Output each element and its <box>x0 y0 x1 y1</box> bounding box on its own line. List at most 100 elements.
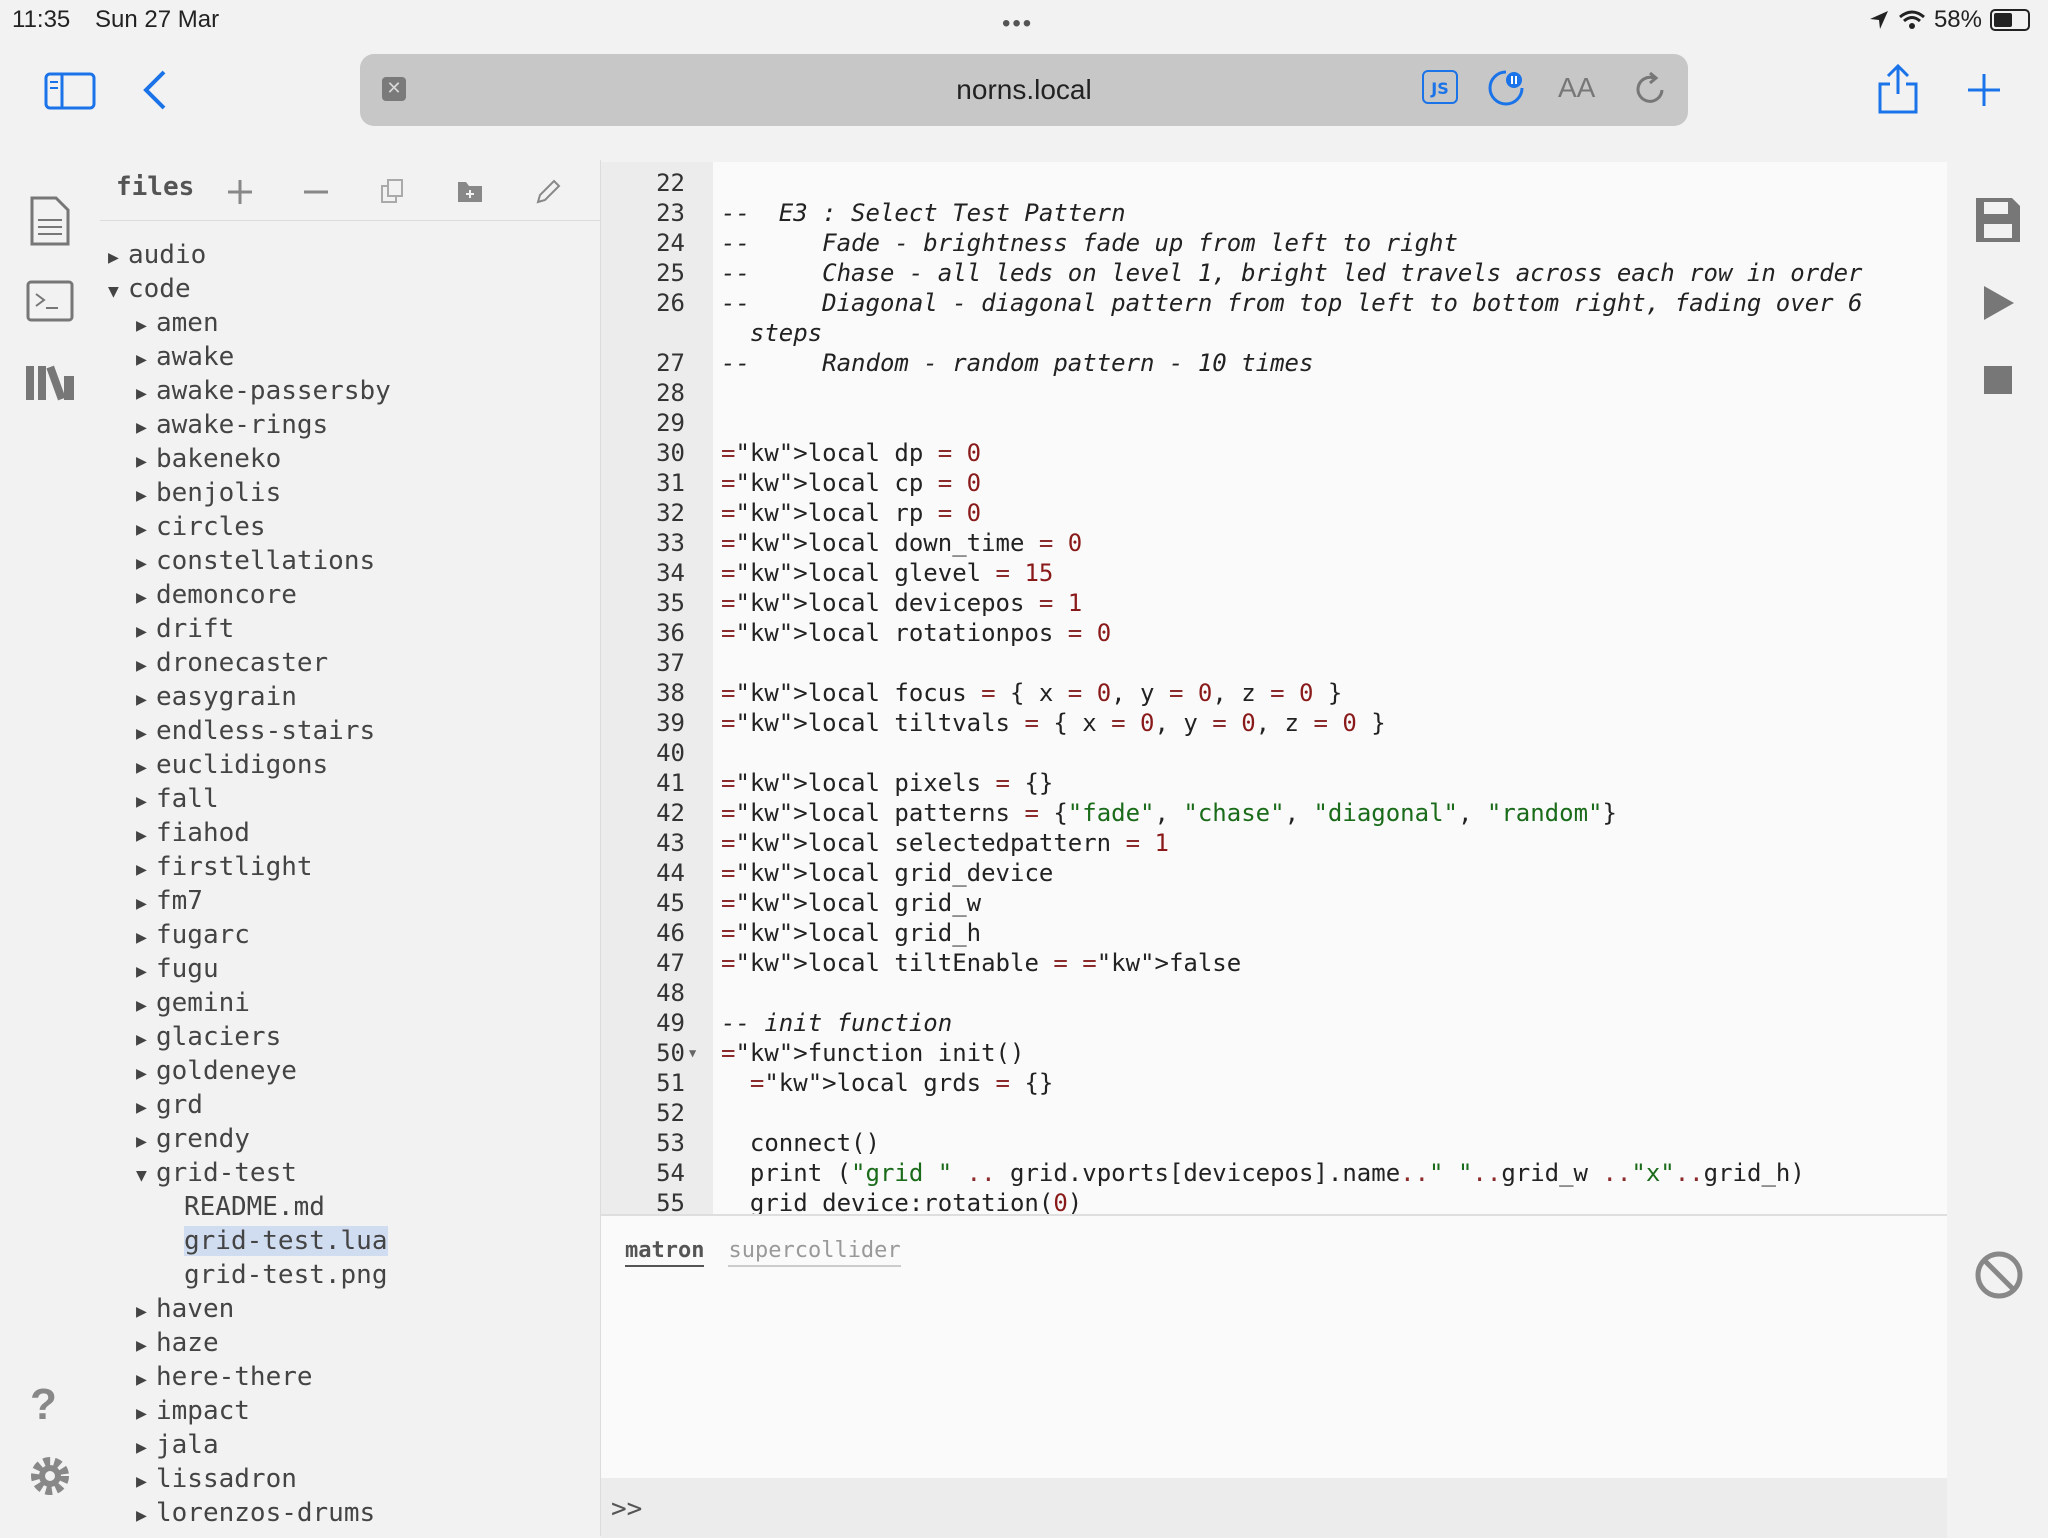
collapsed-arrow-icon[interactable]: ▶ <box>136 1431 156 1465</box>
code-lines[interactable]: 22 23 -- E3 : Select Test Pattern 24 -- Fade… <box>601 168 1947 1214</box>
collapsed-arrow-icon[interactable]: ▶ <box>136 683 156 717</box>
collapsed-arrow-icon[interactable]: ▶ <box>136 1125 156 1159</box>
tree-folder[interactable]: ▶ dronecaster <box>108 646 391 680</box>
save-icon[interactable] <box>1974 196 2022 244</box>
code-line[interactable]: 43 ="kw">local selectedpattern = 1 <box>601 828 1947 858</box>
tree-folder[interactable]: ▶ gemini <box>108 986 391 1020</box>
rename-pencil-icon[interactable] <box>534 178 562 206</box>
collapsed-arrow-icon[interactable]: ▶ <box>136 615 156 649</box>
tree-folder[interactable]: ▶ constellations <box>108 544 391 578</box>
tree-folder[interactable]: ▶ haven <box>108 1292 391 1326</box>
collapsed-arrow-icon[interactable]: ▶ <box>136 853 156 887</box>
code-line[interactable]: 42 ="kw">local patterns = {"fade", "chase… <box>601 798 1947 828</box>
collapsed-arrow-icon[interactable]: ▶ <box>136 1499 156 1533</box>
tree-folder[interactable]: ▶ lorenzos-drums <box>108 1496 391 1530</box>
tree-folder[interactable]: ▶ circles <box>108 510 391 544</box>
stop-icon[interactable] <box>1982 364 2014 396</box>
expanded-arrow-icon[interactable]: ▼ <box>136 1159 156 1193</box>
code-line[interactable]: 47 ="kw">local tiltEnable = ="kw">false <box>601 948 1947 978</box>
collapsed-arrow-icon[interactable]: ▶ <box>136 751 156 785</box>
new-folder-icon[interactable] <box>456 178 484 204</box>
code-editor[interactable]: 22 23 -- E3 : Select Test Pattern 24 -- Fade… <box>601 162 1947 1214</box>
tree-folder[interactable]: ▶ fiahod <box>108 816 391 850</box>
back-icon[interactable] <box>140 68 170 112</box>
code-line[interactable]: 27 -- Random - random pattern - 10 times <box>601 348 1947 378</box>
share-icon[interactable] <box>1876 62 1920 116</box>
tree-folder[interactable]: ▶ lissadron <box>108 1462 391 1496</box>
code-line[interactable]: 55 grid_device:rotation(0) <box>601 1188 1947 1214</box>
code-line[interactable]: 30 ="kw">local dp = 0 <box>601 438 1947 468</box>
library-icon[interactable] <box>24 362 76 402</box>
collapsed-arrow-icon[interactable]: ▶ <box>136 989 156 1023</box>
code-line[interactable]: 33 ="kw">local down_time = 0 <box>601 528 1947 558</box>
collapsed-arrow-icon[interactable]: ▶ <box>136 649 156 683</box>
tree-folder[interactable]: ▶ glaciers <box>108 1020 391 1054</box>
code-line[interactable]: 25 -- Chase - all leds on level 1, bright… <box>601 258 1947 288</box>
tree-folder[interactable]: ▶ fugarc <box>108 918 391 952</box>
tree-folder[interactable]: ▶ goldeneye <box>108 1054 391 1088</box>
tree-folder[interactable]: ▶ amen <box>108 306 391 340</box>
tab-matron[interactable]: matron <box>625 1238 705 1267</box>
collapsed-arrow-icon[interactable]: ▶ <box>136 445 156 479</box>
js-extension-badge[interactable]: JS <box>1422 70 1458 104</box>
collapsed-arrow-icon[interactable]: ▶ <box>136 411 156 445</box>
collapsed-arrow-icon[interactable]: ▶ <box>136 1057 156 1091</box>
code-line[interactable]: 49 -- init function <box>601 1008 1947 1038</box>
tree-file[interactable]: grid-test.png <box>108 1258 391 1292</box>
collapsed-arrow-icon[interactable]: ▶ <box>136 547 156 581</box>
collapsed-arrow-icon[interactable]: ▶ <box>136 1397 156 1431</box>
clear-console-icon[interactable] <box>1974 1250 2024 1300</box>
collapsed-arrow-icon[interactable]: ▶ <box>136 819 156 853</box>
reload-icon[interactable] <box>1632 70 1668 110</box>
tree-folder[interactable]: ▼ grid-test <box>108 1156 391 1190</box>
help-icon[interactable]: ? <box>30 1380 57 1430</box>
collapsed-arrow-icon[interactable]: ▶ <box>136 1023 156 1057</box>
tree-folder[interactable]: ▶ euclidigons <box>108 748 391 782</box>
tree-folder[interactable]: ▶ demoncore <box>108 578 391 612</box>
document-icon[interactable] <box>28 196 72 246</box>
collapsed-arrow-icon[interactable]: ▶ <box>136 955 156 989</box>
run-play-icon[interactable] <box>1982 284 2016 322</box>
code-line[interactable]: 35 ="kw">local devicepos = 1 <box>601 588 1947 618</box>
tree-folder[interactable]: ▶ audio <box>108 238 391 272</box>
sidebar-toggle-icon[interactable] <box>44 72 96 110</box>
tree-folder[interactable]: ▶ benjolis <box>108 476 391 510</box>
tree-folder[interactable]: ▶ easygrain <box>108 680 391 714</box>
tab-supercollider[interactable]: supercollider <box>728 1238 901 1267</box>
add-file-icon[interactable] <box>226 178 254 206</box>
tree-folder[interactable]: ▶ jala <box>108 1428 391 1462</box>
code-line[interactable]: 31 ="kw">local cp = 0 <box>601 468 1947 498</box>
code-line[interactable]: 54 print ("grid " .. grid.vports[devicep… <box>601 1158 1947 1188</box>
code-line[interactable]: 37 <box>601 648 1947 678</box>
collapsed-arrow-icon[interactable]: ▶ <box>136 1091 156 1125</box>
tree-folder[interactable]: ▶ awake-rings <box>108 408 391 442</box>
collapsed-arrow-icon[interactable]: ▶ <box>136 887 156 921</box>
terminal-icon[interactable] <box>26 280 74 322</box>
tree-folder[interactable]: ▶ grendy <box>108 1122 391 1156</box>
tree-file[interactable]: README.md <box>108 1190 391 1224</box>
tree-folder[interactable]: ▶ grd <box>108 1088 391 1122</box>
code-line[interactable]: 32 ="kw">local rp = 0 <box>601 498 1947 528</box>
code-line[interactable]: 38 ="kw">local focus = { x = 0, y = 0, z … <box>601 678 1947 708</box>
code-line[interactable]: 34 ="kw">local glevel = 15 <box>601 558 1947 588</box>
code-line[interactable]: 52 <box>601 1098 1947 1128</box>
multitasking-dots-icon[interactable]: ••• <box>1002 10 1033 38</box>
tree-folder[interactable]: ▼ code <box>108 272 391 306</box>
tree-folder[interactable]: ▶ fall <box>108 782 391 816</box>
extension-icon[interactable] <box>1486 68 1526 108</box>
collapsed-arrow-icon[interactable]: ▶ <box>136 581 156 615</box>
expanded-arrow-icon[interactable]: ▼ <box>108 275 128 309</box>
fold-arrow-icon[interactable]: ▼ <box>689 1038 696 1068</box>
code-line[interactable]: 53 connect() <box>601 1128 1947 1158</box>
collapsed-arrow-icon[interactable]: ▶ <box>136 1295 156 1329</box>
tree-folder[interactable]: ▶ awake <box>108 340 391 374</box>
code-line[interactable]: 46 ="kw">local grid_h <box>601 918 1947 948</box>
code-line[interactable]: 50 ▼ ="kw">function init() <box>601 1038 1947 1068</box>
repl-input[interactable]: >> <box>601 1478 1947 1538</box>
collapsed-arrow-icon[interactable]: ▶ <box>136 921 156 955</box>
code-line[interactable]: 41 ="kw">local pixels = {} <box>601 768 1947 798</box>
address-bar[interactable]: ✕ norns.local JS AA <box>360 54 1688 126</box>
code-line[interactable]: 29 <box>601 408 1947 438</box>
code-line[interactable]: 45 ="kw">local grid_w <box>601 888 1947 918</box>
text-size-button[interactable]: AA <box>1558 72 1595 104</box>
